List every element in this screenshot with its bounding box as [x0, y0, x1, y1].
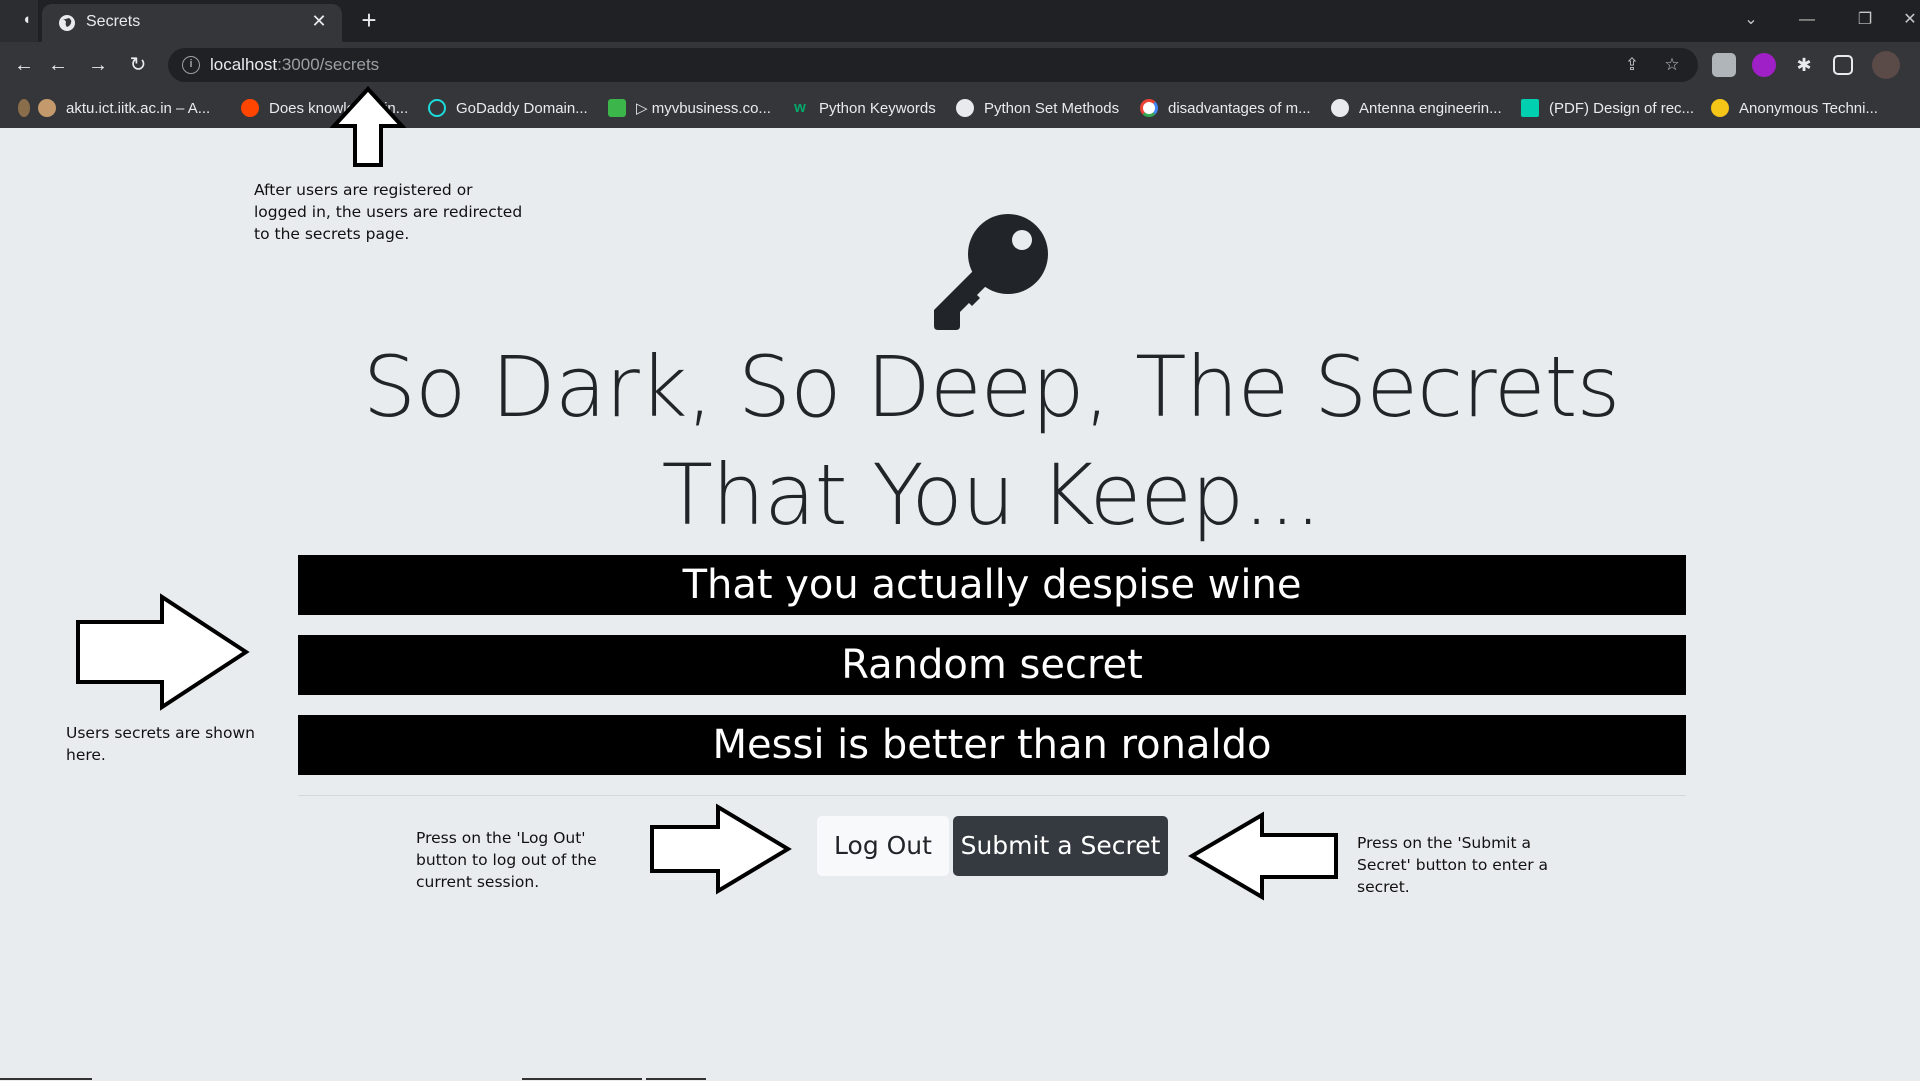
back-icon[interactable]: ← [10, 51, 38, 79]
close-window-icon[interactable]: ✕ [1900, 6, 1920, 34]
forward-icon[interactable]: → [84, 51, 112, 79]
url-text[interactable]: localhost:3000/secrets [210, 55, 379, 75]
right-arrow-logout-annotation [650, 803, 792, 895]
bookmark-label: GoDaddy Domain... [456, 99, 588, 117]
bookmark-item[interactable]: Anonymous Techni... [1711, 98, 1878, 118]
globe-icon [59, 15, 75, 31]
secrets-note: Users secrets are shown here. [66, 724, 255, 764]
extension-icon[interactable] [1712, 53, 1736, 77]
right-arrow-annotation [76, 593, 250, 711]
divider [298, 795, 1686, 796]
address-bar[interactable]: i localhost:3000/secrets ⇪ ☆ [168, 48, 1698, 82]
page-content: So Dark, So Deep, The Secrets That You K… [0, 86, 1920, 1081]
up-arrow-annotation [330, 86, 406, 167]
google-icon [1140, 99, 1158, 117]
app-icon: ◖ [22, 11, 32, 28]
globe-icon [956, 99, 974, 117]
key-icon [934, 214, 1048, 330]
browser-toolbar: ← ← → ↻ i localhost:3000/secrets ⇪ ☆ ✱ [0, 42, 1920, 88]
bookmark-label: aktu.ict.iitk.ac.in – A... [66, 99, 211, 117]
browser-tabstrip: ◖ Secrets ✕ + ⌄ — ❐ ✕ [0, 0, 1920, 42]
share-icon[interactable]: ⇪ [1622, 55, 1642, 75]
extension-purple-icon[interactable] [1752, 53, 1776, 77]
godaddy-icon [428, 99, 446, 117]
url-host: localhost [210, 55, 278, 74]
reddit-icon [241, 99, 259, 117]
secret-item: Messi is better than ronaldo [298, 715, 1686, 775]
myvbusiness-icon [608, 99, 626, 117]
bookmark-label: Python Keywords [819, 99, 936, 117]
bookmark-item[interactable]: Antenna engineerin... [1331, 98, 1502, 118]
submit-note: Press on the 'Submit a Secret' button to… [1357, 834, 1549, 896]
log-out-button[interactable]: Log Out [817, 816, 949, 876]
w3-icon: w [794, 99, 806, 116]
bookmark-item[interactable]: Python Set Methods [956, 98, 1119, 118]
bookmark-label: disadvantages of m... [1168, 99, 1311, 117]
bookmark-item[interactable]: GoDaddy Domain... [428, 98, 588, 118]
new-tab-button[interactable]: + [356, 7, 382, 34]
puzzle-extensions-icon[interactable]: ✱ [1792, 53, 1816, 77]
bottom-edge-line [522, 1078, 642, 1080]
side-panel-icon[interactable] [1833, 55, 1853, 75]
back-button[interactable]: ← [44, 51, 72, 79]
redirect-note: After users are registered or logged in,… [254, 181, 523, 243]
secret-item: Random secret [298, 635, 1686, 695]
bookmark-item[interactable]: w Python Keywords [791, 98, 936, 118]
profile-avatar[interactable] [1872, 51, 1900, 79]
secret-item: That you actually despise wine [298, 555, 1686, 615]
tab-search-icon[interactable]: ⌄ [1736, 6, 1766, 34]
url-path: :3000/secrets [277, 55, 380, 74]
bookmark-label: Anonymous Techni... [1739, 99, 1878, 117]
minimize-icon[interactable]: — [1792, 6, 1822, 34]
reload-icon[interactable]: ↻ [124, 51, 152, 79]
bookmark-label: (PDF) Design of rec... [1549, 99, 1695, 117]
submit-secret-button[interactable]: Submit a Secret [953, 816, 1168, 876]
left-arrow-submit-annotation [1188, 811, 1338, 901]
bookmark-item[interactable]: aktu.ict.iitk.ac.in – A... [18, 98, 210, 118]
restore-icon[interactable]: ❐ [1850, 6, 1880, 34]
bookmark-item[interactable]: disadvantages of m... [1140, 98, 1311, 118]
bookmark-star-icon[interactable]: ☆ [1662, 55, 1682, 75]
bookmark-item[interactable]: ▷ myvbusiness.co... [608, 98, 771, 118]
bookmarks-bar: aktu.ict.iitk.ac.in – A... Does knowledg… [0, 88, 1920, 128]
bookmark-label: Antenna engineerin... [1359, 99, 1502, 117]
pinned-tab[interactable]: ◖ [0, 0, 38, 42]
anonymous-icon [1711, 99, 1729, 117]
bookmark-item[interactable]: (PDF) Design of rec... [1521, 98, 1694, 118]
researchgate-icon [1521, 99, 1539, 117]
bookmark-label: ▷ myvbusiness.co... [636, 100, 771, 117]
bookmark-stub-icon [18, 99, 30, 117]
logout-note: Press on the 'Log Out' button to log out… [416, 829, 597, 891]
close-tab-icon[interactable]: ✕ [308, 10, 330, 32]
tab-title: Secrets [86, 13, 141, 30]
bottom-edge-line [646, 1078, 706, 1080]
tab-secrets[interactable]: Secrets ✕ [42, 4, 342, 42]
page-title: So Dark, So Deep, The Secrets That You K… [362, 338, 1621, 544]
globe-icon [1331, 99, 1349, 117]
bottom-edge-line [0, 1078, 92, 1080]
bookmark-label: Python Set Methods [984, 99, 1120, 117]
aktu-icon [38, 99, 56, 117]
site-info-icon[interactable]: i [182, 56, 200, 74]
